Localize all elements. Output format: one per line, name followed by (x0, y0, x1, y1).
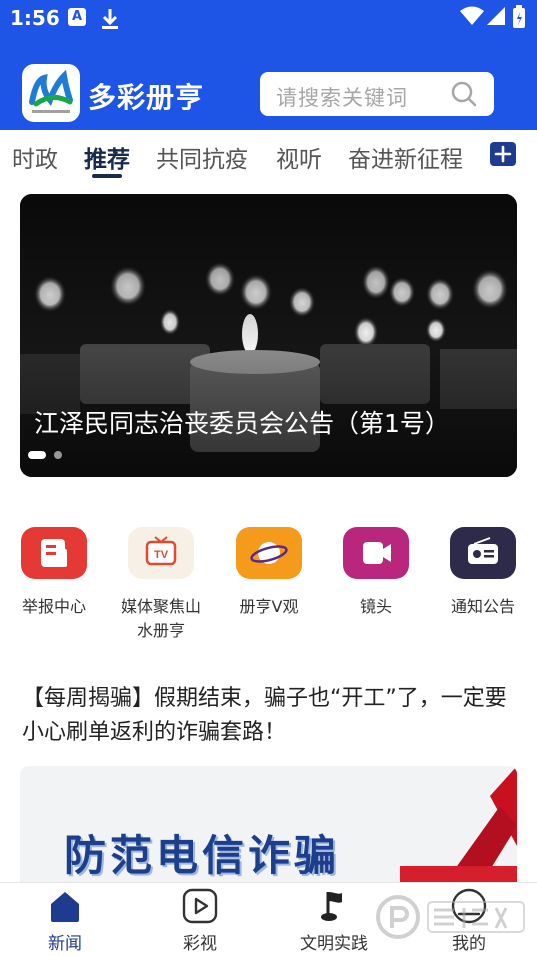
watermark-logo (376, 895, 525, 939)
tv-icon: TV (128, 527, 194, 579)
download-icon (100, 8, 120, 34)
quick-action-label: 通知公告 (450, 597, 515, 616)
add-channel-button[interactable] (490, 142, 516, 166)
search-icon[interactable] (450, 80, 478, 112)
signal-icon (486, 6, 506, 30)
banner-carousel[interactable]: 江泽民同志治丧委员会公告（第1号） (20, 194, 517, 477)
quick-action-label: 举报中心 (21, 597, 86, 616)
svg-text:TV: TV (154, 549, 169, 561)
wifi-icon (460, 6, 484, 30)
carousel-dot (54, 451, 62, 459)
search-input[interactable]: 请搜索关键词 (260, 72, 494, 116)
article-thumbnail[interactable]: 防范电信诈骗 (20, 766, 517, 896)
quick-action-media-focus[interactable]: TV 媒体聚焦山水册亨 (116, 527, 206, 643)
channel-tabs: 时政 推荐 共同抗疫 视听 奋进新征程 (0, 130, 537, 182)
quick-action-report-center[interactable]: 举报中心 (9, 527, 99, 619)
article-image-text: 防范电信诈骗 (64, 831, 341, 880)
flag-icon (316, 888, 352, 924)
active-tab-indicator (92, 174, 122, 178)
tab-audiovisual[interactable]: 视听 (276, 140, 322, 174)
nav-label: 新闻 (48, 934, 82, 954)
tab-politics[interactable]: 时政 (12, 140, 58, 174)
status-time: 1:56 (10, 6, 60, 30)
video-camera-icon (343, 527, 409, 579)
quick-action-camera[interactable]: 镜头 (331, 527, 421, 619)
app-title: 多彩册亨 (88, 81, 205, 114)
nav-color-video[interactable]: 彩视 (145, 883, 255, 956)
tab-fight-epidemic[interactable]: 共同抗疫 (156, 140, 248, 174)
radio-icon (450, 527, 516, 579)
app-logo (22, 64, 80, 122)
status-bar: 1:56 A (0, 0, 537, 38)
search-placeholder: 请搜索关键词 (276, 86, 408, 110)
notification-a-icon: A (68, 8, 86, 26)
planet-icon (236, 527, 302, 579)
battery-icon (512, 5, 526, 33)
tab-new-journey[interactable]: 奋进新征程 (348, 140, 463, 174)
app-header: 1:56 A 多彩册亨 请搜索关键词 (0, 0, 537, 130)
quick-action-label: 镜头 (359, 597, 392, 616)
nav-news[interactable]: 新闻 (10, 883, 120, 956)
play-icon (182, 888, 218, 924)
carousel-dot-active (28, 451, 46, 459)
quick-action-label: 媒体聚焦山水册亨 (120, 597, 201, 640)
quick-action-v-view[interactable]: 册亨V观 (224, 527, 314, 619)
article-title[interactable]: 【每周揭骗】假期结束，骗子也“开工”了，一定要小心刷单返利的诈骗套路！ (22, 682, 520, 750)
tab-recommended[interactable]: 推荐 (84, 140, 130, 174)
quick-action-label: 册亨V观 (239, 597, 299, 616)
home-icon (47, 888, 83, 924)
report-icon (21, 527, 87, 579)
nav-label: 彩视 (183, 934, 217, 954)
quick-action-notices[interactable]: 通知公告 (438, 527, 528, 619)
banner-caption: 江泽民同志治丧委员会公告（第1号） (34, 409, 450, 438)
